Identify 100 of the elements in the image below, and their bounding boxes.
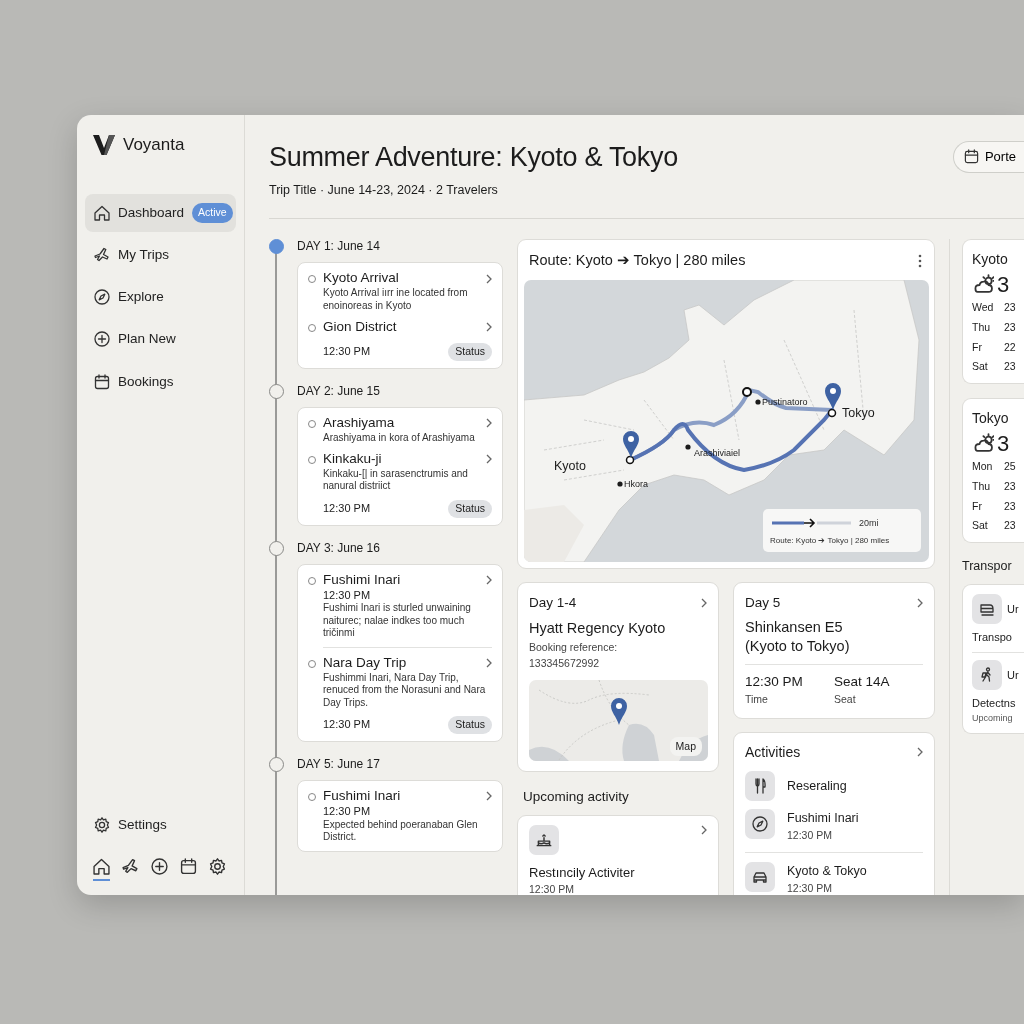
forecast-day: Sat [972, 518, 998, 535]
forecast-day: Fr [972, 498, 998, 515]
more-menu-button[interactable] [918, 254, 922, 268]
field-label: Seat [834, 692, 857, 708]
chevron-button[interactable] [701, 824, 707, 835]
legend-caption: Route: Kyoto ➔ Tokyo | 280 miles [770, 535, 890, 545]
field-value: Seat 14A [834, 672, 891, 691]
chevron-button[interactable] [486, 454, 492, 465]
time-label: 12:30 PM [323, 344, 371, 359]
stop-description: Kyoto Arrival iırr ine located from enoinoreas in Kyoto [323, 287, 469, 312]
stop-description: Fushimmi Inari, Nara Day Trip, renuced from the Norasuni and Nara Day Trips. [323, 671, 487, 710]
stop-title: Kyoto Arrival [323, 270, 399, 287]
transport-subtitle: Upcoming [972, 711, 1014, 725]
city-label: Kyoto [554, 458, 586, 473]
place-label: Pustinatoro [762, 396, 808, 407]
nav-item[interactable]: Dashboard Active [85, 193, 236, 232]
chevron-button[interactable] [917, 598, 923, 608]
settings-item[interactable]: Settings [85, 805, 236, 844]
chevron-button[interactable] [486, 273, 492, 284]
plus-icon [151, 858, 168, 875]
stop-title: Kinkaku-ji [323, 451, 382, 468]
forecast-temp: 23 [1004, 300, 1016, 316]
hotel-name: Hyatt Regency Kyoto [529, 619, 667, 639]
route-scale-icon [772, 518, 851, 528]
settings-icon [94, 816, 110, 833]
stop-title: Fushimi Inari [323, 571, 401, 589]
chevron-button[interactable] [917, 747, 923, 758]
place-dot [755, 399, 761, 405]
status-badge: Status [448, 499, 492, 518]
route-stop [625, 455, 635, 465]
stop-title: Nara Day Trip [323, 654, 407, 672]
nav-item[interactable]: Explore [85, 278, 236, 317]
chevron-button[interactable] [486, 575, 492, 586]
activity-name: Fushimi Inari [787, 809, 859, 827]
city-name: Kyoto [972, 250, 1009, 270]
tab-bar-item[interactable] [93, 858, 110, 881]
temperature: 3 [997, 433, 1010, 456]
stop-title: Arashiyama [323, 414, 395, 432]
activity-time: 12:30 PM [787, 827, 833, 843]
activity-time: 12:30 PM [787, 881, 833, 895]
settings-icon [209, 858, 226, 875]
home-icon [93, 858, 110, 875]
plus-icon [94, 331, 110, 348]
time-label: 12:30 PM [323, 718, 371, 732]
chevron-button[interactable] [701, 598, 707, 608]
forecast-temp: 23 [1004, 518, 1016, 534]
transport-title: Detectns [972, 696, 1017, 712]
city-name: Tokyo [972, 409, 1010, 429]
day-heading: DAY 5: June 17 [297, 757, 380, 772]
chevron-button[interactable] [486, 418, 492, 429]
calendar-icon [963, 149, 979, 165]
chevron-button[interactable] [486, 658, 492, 669]
nav-item[interactable]: Plan New [85, 320, 236, 359]
scale-label: 20mi [859, 517, 879, 528]
stop-description: Arashiyama in kora of Arashiyama [323, 431, 476, 444]
place-label: Hkora [624, 478, 648, 489]
airplane-icon [122, 858, 139, 875]
calendar-icon [94, 373, 110, 390]
brand-name: Voyanta [123, 134, 185, 156]
chevron-button[interactable] [486, 322, 492, 333]
forecast-temp: 25 [1004, 459, 1016, 475]
stop-title: Gion District [323, 319, 397, 336]
transport-label: Ur [1007, 601, 1019, 617]
logo-icon [93, 134, 115, 155]
nav-item[interactable]: Bookings [85, 362, 236, 401]
booking-reference: 133345672992 [529, 655, 601, 671]
forecast-temp: 23 [1004, 359, 1016, 375]
chevron-button[interactable] [486, 791, 492, 802]
route-stop [827, 408, 837, 418]
forecast-day: Mon [972, 459, 998, 475]
stop-description: Kinkaku-[| in sarasenctrumis and nanural distriict [323, 467, 469, 493]
route-title: Route: Kyoto ➔ Tokyo | 280 miles [529, 251, 746, 271]
section-heading: Transpor [962, 558, 1013, 576]
card-day: Day 5 [745, 592, 781, 614]
home-icon [94, 204, 110, 221]
temperature: 3 [997, 274, 1010, 297]
field-label: Time [745, 692, 769, 708]
compass-icon [752, 815, 768, 832]
map-pin-icon [611, 698, 627, 726]
forecast-day: Sat [972, 359, 998, 376]
place-dot [685, 444, 691, 450]
compass-icon [94, 289, 110, 306]
date-button[interactable]: Porte [952, 141, 1024, 173]
nav-item[interactable]: My Trips [85, 235, 236, 274]
activity-name: Kyoto & Tokyo [787, 863, 867, 881]
booking-label: Booking reference: [529, 639, 619, 655]
field-value: 12:30 PM [745, 672, 804, 691]
stop-marker [308, 275, 316, 284]
city-label: Tokyo [842, 405, 875, 420]
status-badge: Active [192, 202, 233, 223]
place-dot [617, 481, 623, 487]
route-stop [742, 386, 752, 397]
forecast-day: Thu [972, 319, 998, 336]
stop-title: Fushimi Inari [323, 787, 401, 805]
forecast-day: Wed [972, 300, 998, 316]
stop-description: Fushimi Inari is sturled unwaining naiturec; nalae indkes too much tričinmi [323, 602, 472, 640]
stop-time: 12:30 PM [323, 588, 372, 603]
day-heading: DAY 3: June 16 [297, 540, 380, 556]
stop-marker [308, 576, 316, 585]
forecast-temp: 23 [1004, 319, 1016, 335]
